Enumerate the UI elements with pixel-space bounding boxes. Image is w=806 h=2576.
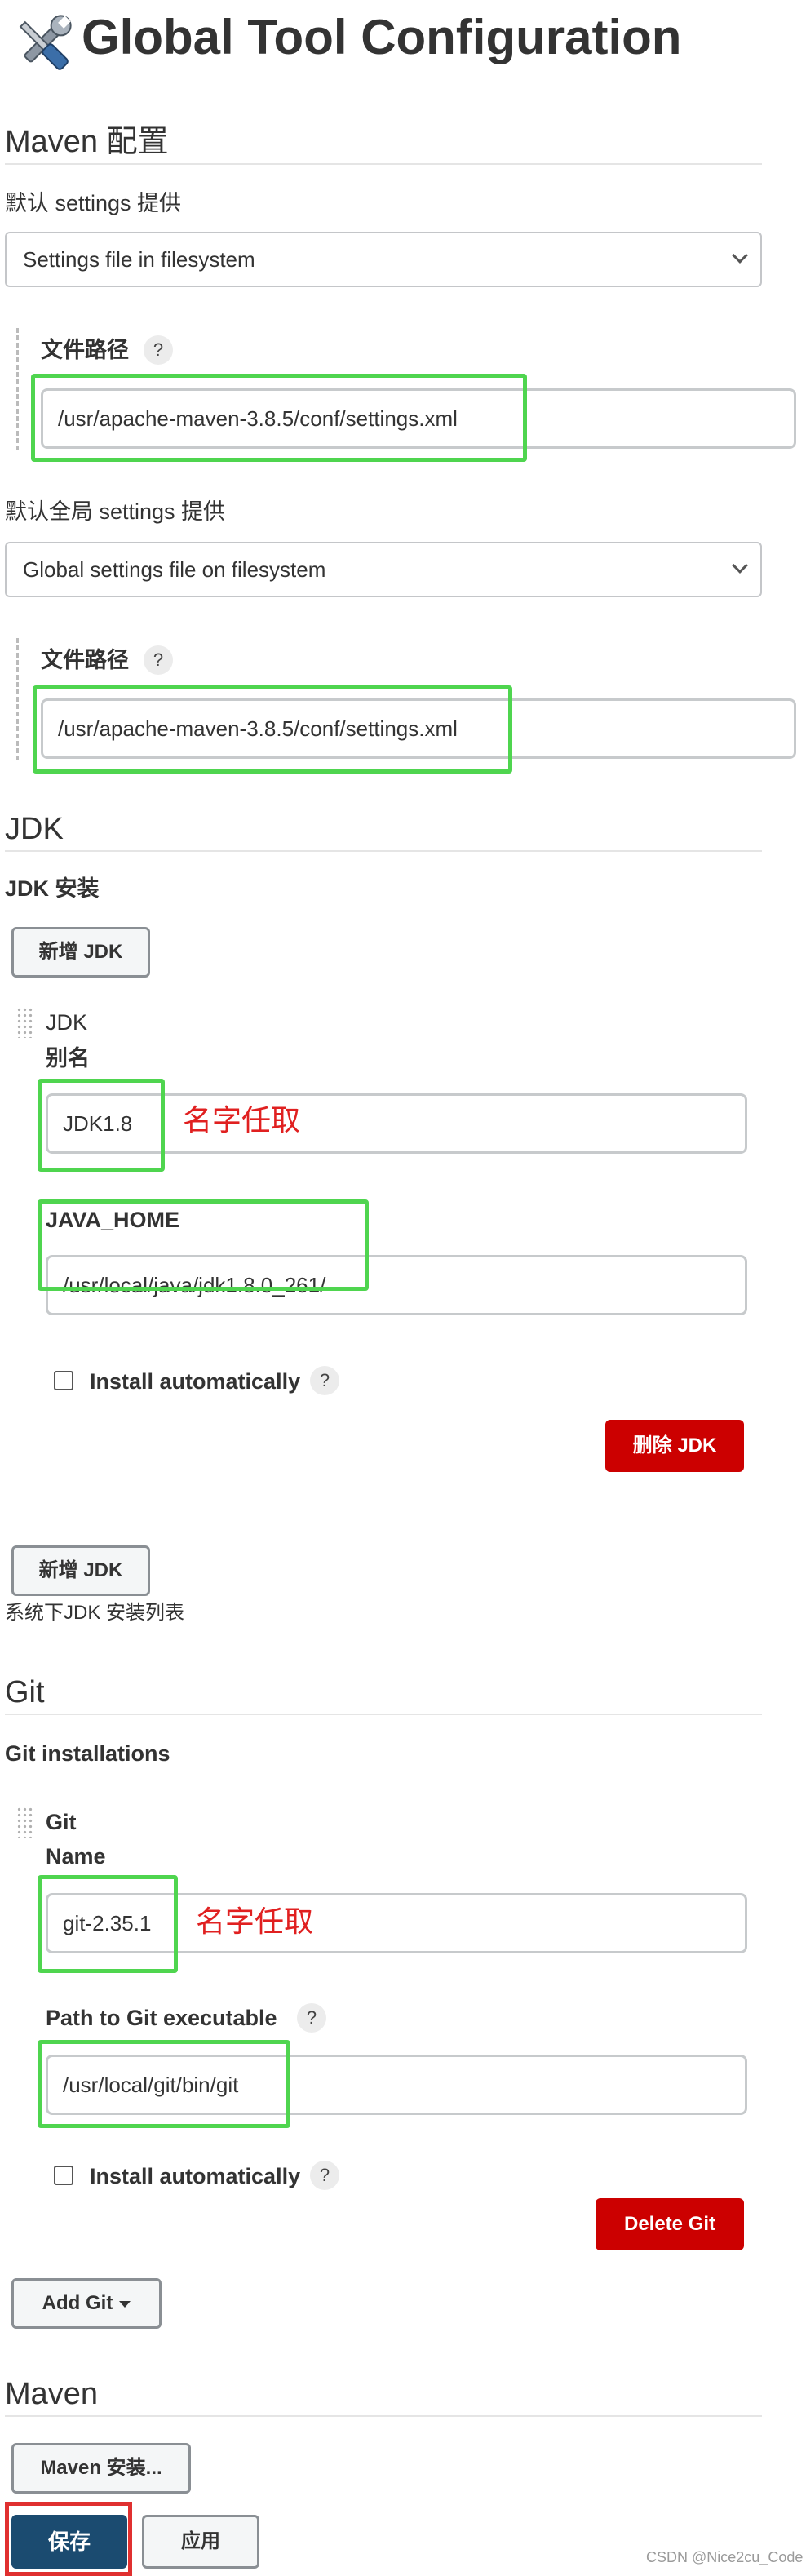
- global-path-label: 文件路径: [41, 648, 129, 672]
- highlight-box: [38, 1875, 178, 1973]
- git-install-auto-label: Install automatically: [90, 2164, 301, 2188]
- alias-annotation: 名字任取: [183, 1104, 301, 1137]
- page-title: Global Tool Configuration: [82, 10, 682, 64]
- highlight-box: [38, 1199, 369, 1291]
- delete-jdk-button[interactable]: 删除 JDK: [605, 1420, 744, 1472]
- caret-down-icon: [119, 2300, 131, 2308]
- jdk-install-auto-checkbox[interactable]: [54, 1371, 73, 1390]
- highlight-box: [38, 2040, 290, 2128]
- settings-path-group: [16, 328, 19, 450]
- jdk-list-caption: 系统下JDK 安装列表: [5, 1602, 185, 1624]
- global-settings-provider-label: 默认全局 settings 提供: [5, 499, 226, 524]
- jdk-installs-label: JDK 安装: [5, 876, 100, 901]
- add-git-button[interactable]: Add Git: [11, 2278, 162, 2329]
- maven-install-button[interactable]: Maven 安装...: [11, 2443, 191, 2494]
- settings-provider-label: 默认 settings 提供: [5, 191, 182, 215]
- jdk-install-auto-label: Install automatically: [90, 1369, 301, 1394]
- section-divider: [5, 1714, 762, 1715]
- git-name-label: Name: [46, 1844, 106, 1869]
- git-path-label: Path to Git executable: [46, 2006, 277, 2030]
- help-icon[interactable]: ?: [144, 645, 173, 675]
- chevron-down-icon: [732, 557, 748, 574]
- global-path-group: [16, 638, 19, 760]
- global-settings-provider-value: Global settings file on filesystem: [23, 557, 326, 582]
- settings-provider-value: Settings file in filesystem: [23, 247, 255, 272]
- delete-git-button[interactable]: Delete Git: [596, 2198, 744, 2250]
- jdk-alias-label: 别名: [46, 1046, 90, 1071]
- save-button[interactable]: 保存: [11, 2515, 127, 2569]
- help-icon[interactable]: ?: [310, 1366, 339, 1395]
- settings-provider-select[interactable]: Settings file in filesystem: [5, 232, 762, 287]
- page: Global Tool Configuration Maven 配置 默认 se…: [0, 0, 806, 2576]
- add-jdk-button[interactable]: 新增 JDK: [11, 927, 150, 978]
- apply-button[interactable]: 应用: [142, 2515, 259, 2569]
- jdk-item-title: JDK: [46, 1010, 88, 1035]
- git-install-auto-checkbox[interactable]: [54, 2166, 73, 2185]
- add-jdk-button-2[interactable]: 新增 JDK: [11, 1545, 150, 1596]
- help-icon[interactable]: ?: [310, 2161, 339, 2190]
- global-settings-provider-select[interactable]: Global settings file on filesystem: [5, 542, 762, 597]
- jdk-section-title: JDK: [5, 812, 64, 846]
- maven-section-title: Maven: [5, 2377, 99, 2411]
- help-icon[interactable]: ?: [144, 335, 173, 365]
- git-installs-label: Git installations: [5, 1741, 170, 1766]
- add-git-label: Add Git: [42, 2292, 113, 2314]
- drag-handle-icon[interactable]: [16, 1807, 34, 1838]
- git-section-title: Git: [5, 1675, 45, 1709]
- maven-config-section-title: Maven 配置: [5, 125, 169, 159]
- git-name-annotation: 名字任取: [196, 1905, 314, 1939]
- drag-handle-icon[interactable]: [16, 1007, 34, 1038]
- settings-path-label: 文件路径: [41, 338, 129, 362]
- section-divider: [5, 850, 762, 852]
- highlight-box: [33, 685, 512, 774]
- chevron-down-icon: [732, 247, 748, 264]
- watermark: CSDN @Nice2cu_Code: [646, 2549, 804, 2565]
- help-icon[interactable]: ?: [297, 2003, 326, 2033]
- git-item-title: Git: [46, 1810, 77, 1834]
- highlight-box: [38, 1079, 165, 1172]
- section-divider: [5, 2415, 762, 2417]
- highlight-box: [31, 374, 527, 462]
- tools-icon: [7, 8, 78, 80]
- section-divider: [5, 163, 762, 165]
